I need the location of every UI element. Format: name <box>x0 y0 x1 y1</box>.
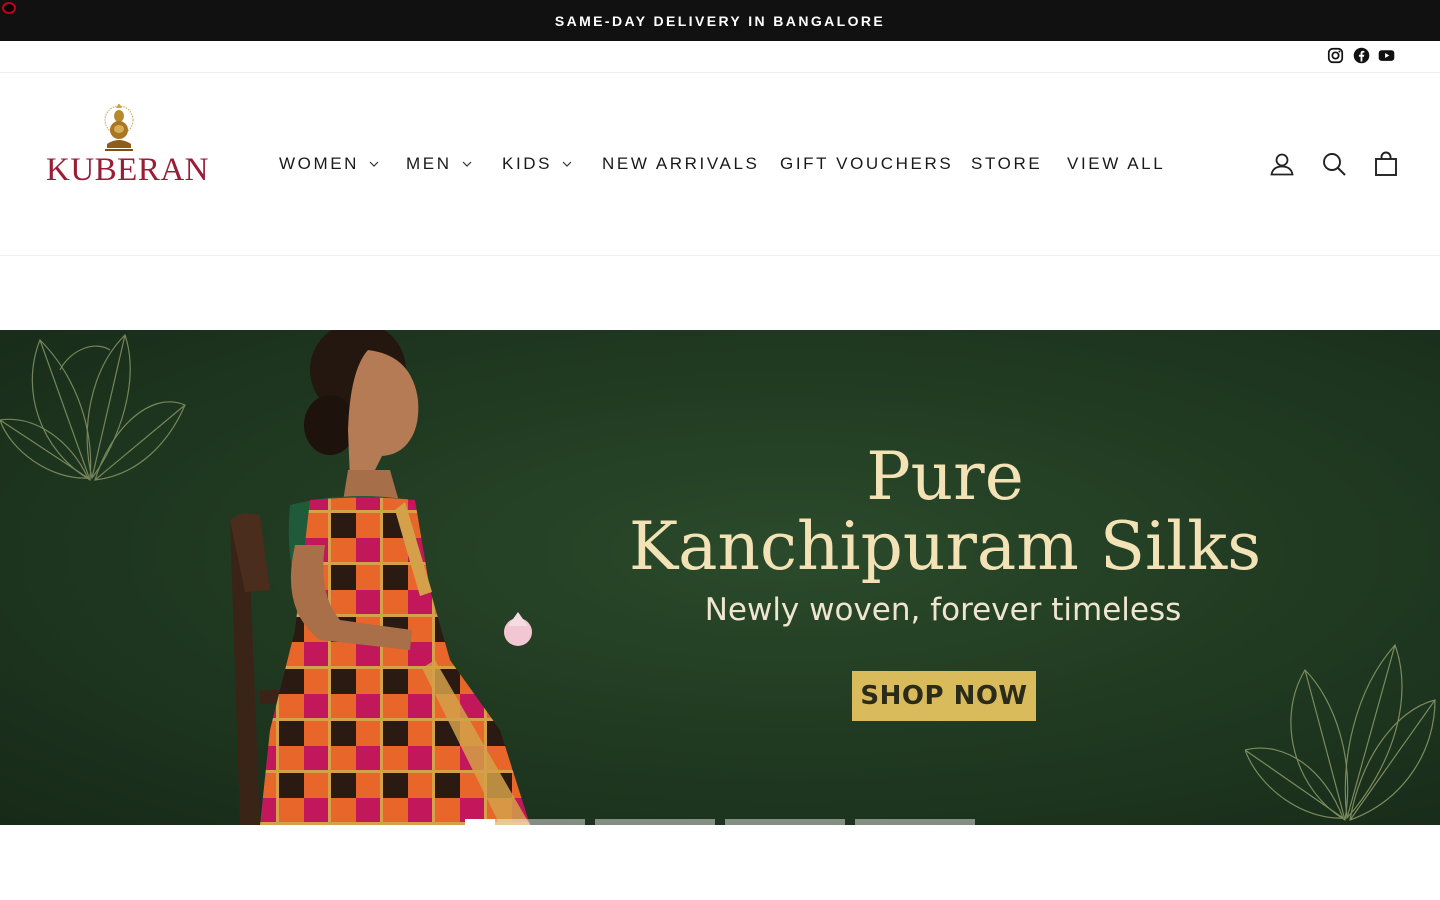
deity-emblem-icon <box>104 104 134 151</box>
nav-item-women[interactable]: WOMEN <box>279 150 379 178</box>
cart-icon[interactable] <box>1372 150 1400 178</box>
hero-headline-line1: Pure <box>866 438 1024 515</box>
social-bar <box>0 41 1440 73</box>
nav-item-label: MEN <box>406 154 452 173</box>
chevron-down-icon <box>369 161 379 167</box>
nav-item-kids[interactable]: KIDS <box>502 150 572 178</box>
brand-logo[interactable]: KUBERAN <box>44 104 209 190</box>
chevron-down-icon <box>562 161 572 167</box>
hero-headline: Pure Kanchipuram Silks <box>600 442 1290 582</box>
nav-item-label: GIFT VOUCHERS <box>780 154 954 173</box>
nav-item-label: STORE <box>971 154 1043 173</box>
recording-indicator <box>2 2 16 14</box>
chevron-down-icon <box>462 161 472 167</box>
hero-banner[interactable]: Pure Kanchipuram Silks Newly woven, fore… <box>0 330 1440 825</box>
nav-item-label: NEW ARRIVALS <box>602 154 760 173</box>
slider-dot-4[interactable] <box>855 819 975 825</box>
instagram-icon[interactable] <box>1326 46 1344 64</box>
nav-item-label: WOMEN <box>279 154 360 173</box>
nav-item-new-arrivals[interactable]: NEW ARRIVALS <box>602 150 759 178</box>
lotus-decoration-icon <box>1245 643 1436 821</box>
slider-dot-2[interactable] <box>595 819 715 825</box>
account-icon[interactable] <box>1268 150 1296 178</box>
nav-item-label: VIEW ALL <box>1067 154 1166 173</box>
shop-now-button[interactable]: SHOP NOW <box>852 671 1036 721</box>
hero-headline-line2: Kanchipuram Silks <box>628 508 1262 585</box>
hero-subline: Newly woven, forever timeless <box>704 592 1182 628</box>
facebook-icon[interactable] <box>1352 46 1370 64</box>
youtube-icon[interactable] <box>1377 46 1395 64</box>
search-icon[interactable] <box>1320 150 1348 178</box>
lotus-decoration-icon <box>0 333 186 482</box>
nav-item-view-all[interactable]: VIEW ALL <box>1067 150 1165 178</box>
slider-dot-1[interactable] <box>465 819 585 825</box>
slider-pagination <box>0 819 1440 825</box>
announcement-text: SAME-DAY DELIVERY IN BANGALORE <box>554 12 886 29</box>
slider-dot-3[interactable] <box>725 819 845 825</box>
announcement-bar: SAME-DAY DELIVERY IN BANGALORE <box>0 0 1440 41</box>
nav-item-label: KIDS <box>502 154 553 173</box>
nav-item-store[interactable]: STORE <box>971 150 1042 178</box>
shop-now-label: SHOP NOW <box>860 681 1028 711</box>
nav-item-gift-vouchers[interactable]: GIFT VOUCHERS <box>780 150 953 178</box>
slider-progress-fill <box>465 819 495 825</box>
brand-wordmark: KUBERAN <box>46 152 210 188</box>
nav-item-men[interactable]: MEN <box>406 150 472 178</box>
model-in-saree-image <box>230 330 532 825</box>
